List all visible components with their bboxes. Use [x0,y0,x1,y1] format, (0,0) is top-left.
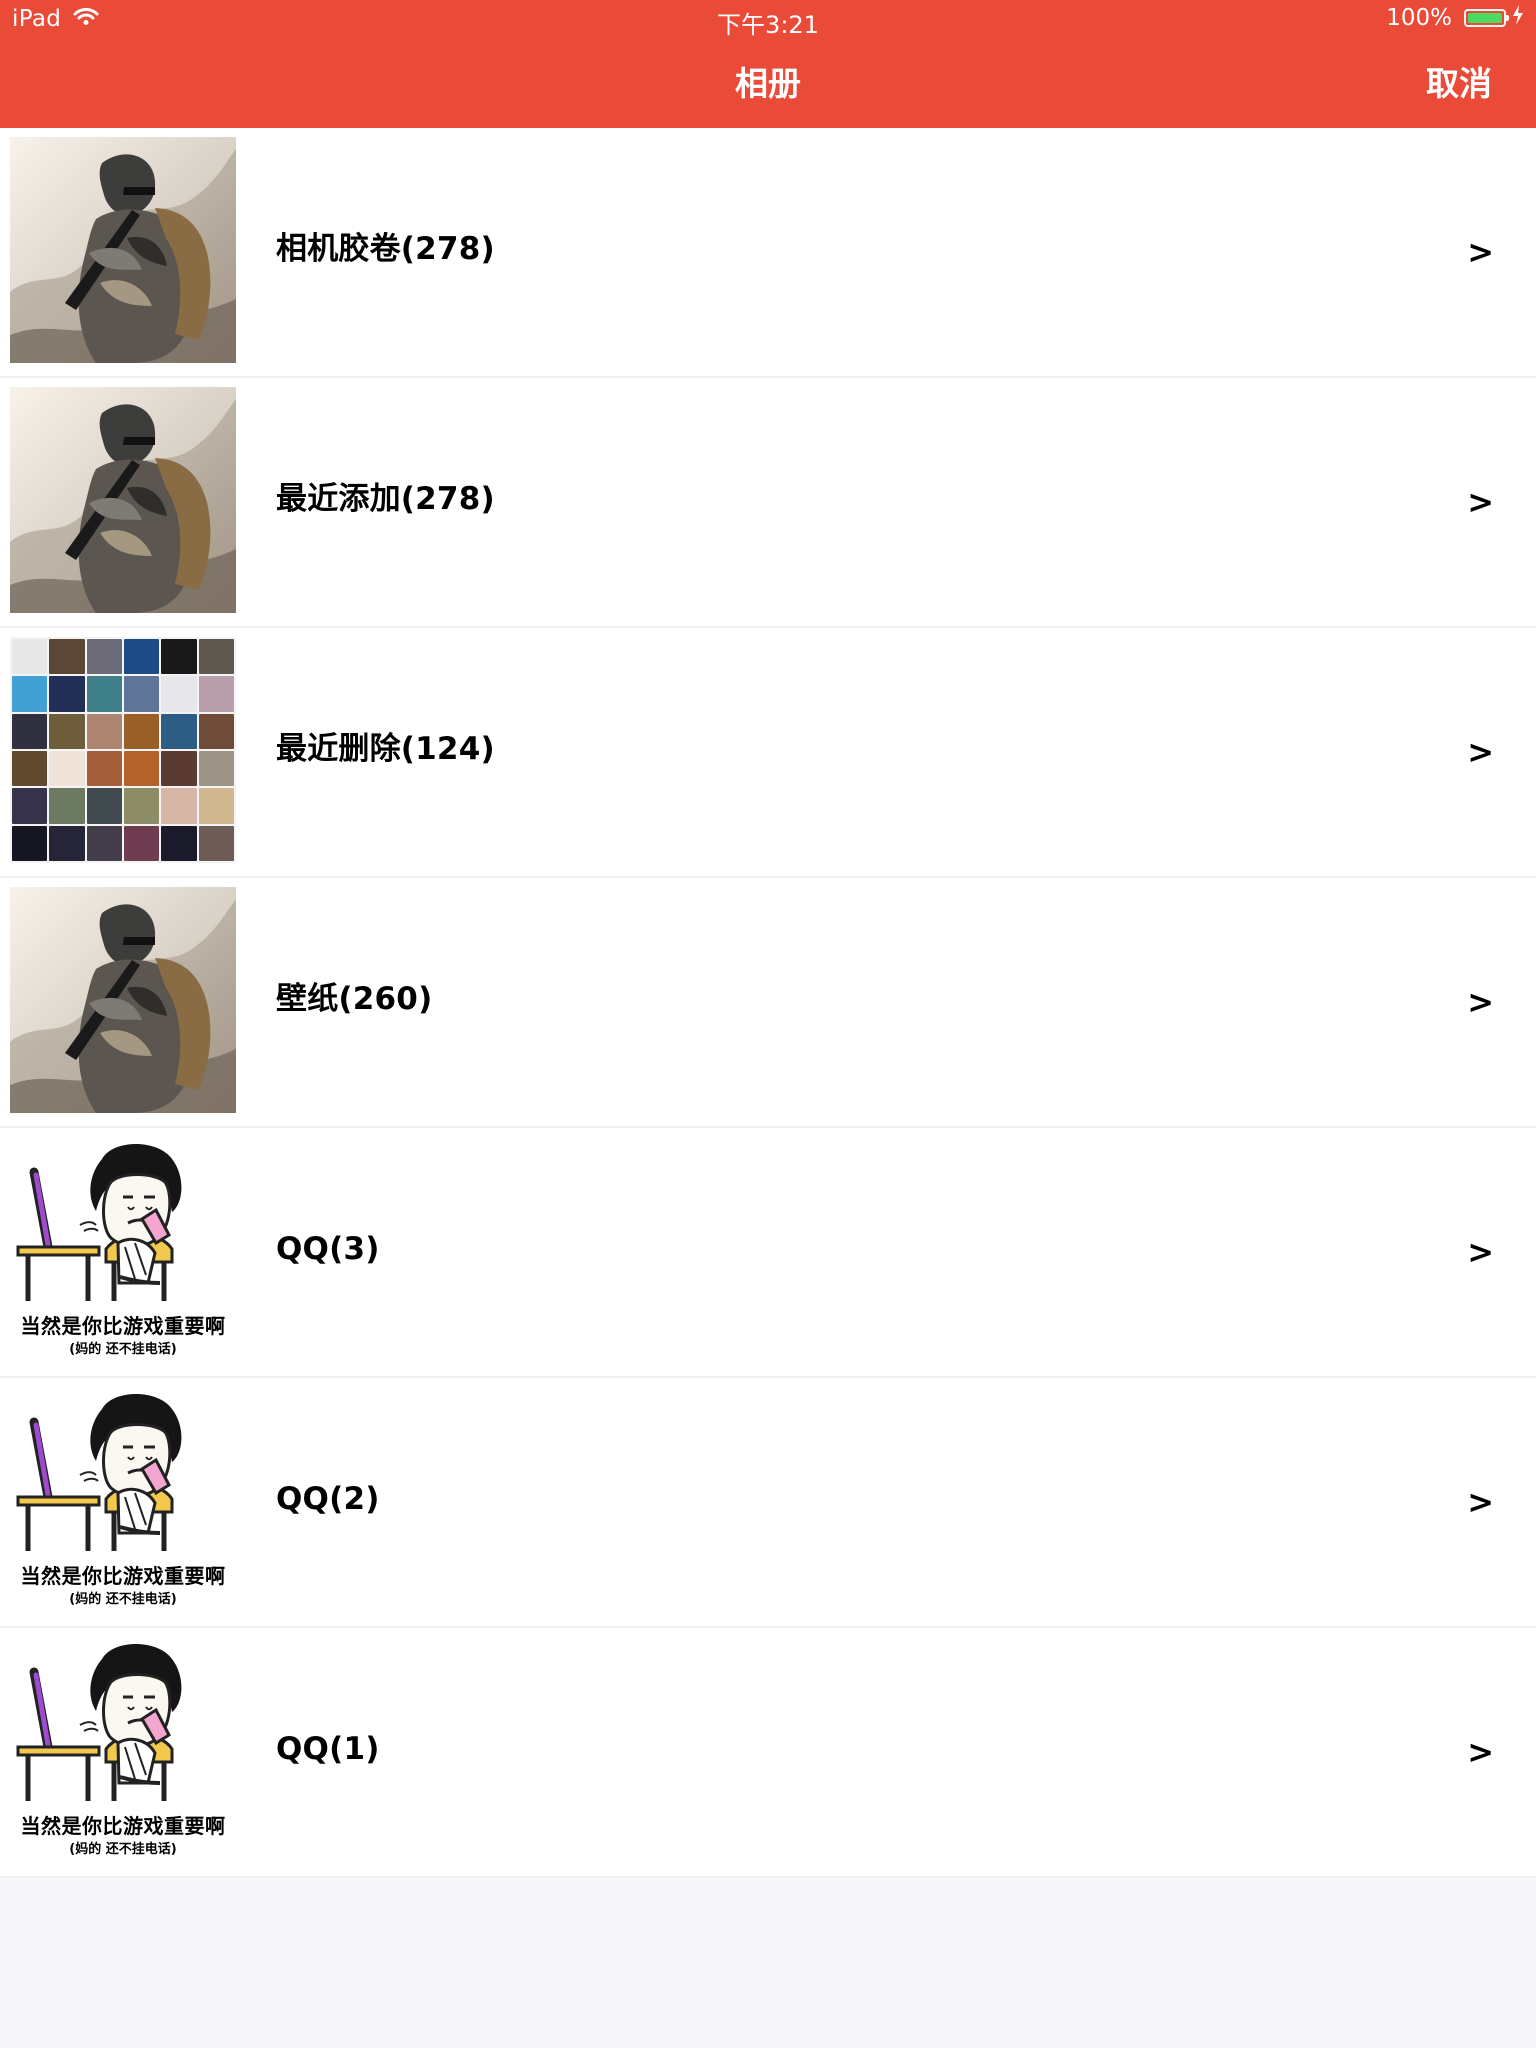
meme-caption: 当然是你比游戏重要啊 [20,1814,226,1838]
chevron-right-icon: > [1467,1733,1494,1771]
album-thumbnail [10,137,236,363]
chevron-right-icon: > [1467,233,1494,271]
soldier-photo-thumbnail [10,887,236,1113]
album-title: QQ(1) [276,1731,380,1767]
album-thumbnail [10,637,236,863]
album-list: 相机胶卷(278) > 最近添加(278) > 最近删除(124) > 壁纸(2… [0,128,1536,1878]
album-title: 最近删除(124) [276,731,495,767]
soldier-photo-thumbnail [10,137,236,363]
chevron-right-icon: > [1467,733,1494,771]
app-grid-thumbnail [10,637,236,863]
album-thumbnail: 当然是你比游戏重要啊 (妈的 还不挂电话) [10,1637,236,1863]
album-title: QQ(2) [276,1481,380,1517]
meme-thumbnail: 当然是你比游戏重要啊 (妈的 还不挂电话) [10,1137,236,1363]
album-thumbnail [10,387,236,613]
chevron-right-icon: > [1467,483,1494,521]
album-title: 相机胶卷(278) [276,231,495,267]
album-row-wallpaper[interactable]: 壁纸(260) > [0,878,1536,1128]
album-title: 最近添加(278) [276,481,495,517]
page-title: 相册 [735,64,801,103]
battery-percent: 100% [1386,5,1452,31]
album-row-recently-deleted[interactable]: 最近删除(124) > [0,628,1536,878]
charging-icon [1512,5,1524,31]
chevron-right-icon: > [1467,1483,1494,1521]
battery-status: 100% [1386,5,1524,31]
meme-thumbnail: 当然是你比游戏重要啊 (妈的 还不挂电话) [10,1387,236,1613]
album-thumbnail [10,887,236,1113]
meme-caption: 当然是你比游戏重要啊 [20,1564,226,1588]
meme-thumbnail: 当然是你比游戏重要啊 (妈的 还不挂电话) [10,1637,236,1863]
chevron-right-icon: > [1467,1233,1494,1271]
album-row-qq-1[interactable]: 当然是你比游戏重要啊 (妈的 还不挂电话) QQ(1) > [0,1628,1536,1878]
meme-subcaption: (妈的 还不挂电话) [69,1592,177,1607]
meme-subcaption: (妈的 还不挂电话) [69,1342,177,1357]
status-time: 下午3:21 [717,11,819,39]
album-title: QQ(3) [276,1231,380,1267]
cancel-button[interactable]: 取消 [1426,58,1492,110]
album-thumbnail: 当然是你比游戏重要啊 (妈的 还不挂电话) [10,1137,236,1363]
album-row-qq-2[interactable]: 当然是你比游戏重要啊 (妈的 还不挂电话) QQ(2) > [0,1378,1536,1628]
status-bar: iPad 下午3:21 100% [0,0,1536,40]
album-row-recently-added[interactable]: 最近添加(278) > [0,378,1536,628]
meme-caption: 当然是你比游戏重要啊 [20,1314,226,1338]
battery-icon [1464,9,1509,27]
album-thumbnail: 当然是你比游戏重要啊 (妈的 还不挂电话) [10,1387,236,1613]
navigation-header: iPad 下午3:21 100% 相册 取消 [0,0,1536,128]
meme-subcaption: (妈的 还不挂电话) [69,1842,177,1857]
chevron-right-icon: > [1467,983,1494,1021]
soldier-photo-thumbnail [10,387,236,613]
album-title: 壁纸(260) [276,981,433,1017]
album-row-camera-roll[interactable]: 相机胶卷(278) > [0,128,1536,378]
album-row-qq-3[interactable]: 当然是你比游戏重要啊 (妈的 还不挂电话) QQ(3) > [0,1128,1536,1378]
